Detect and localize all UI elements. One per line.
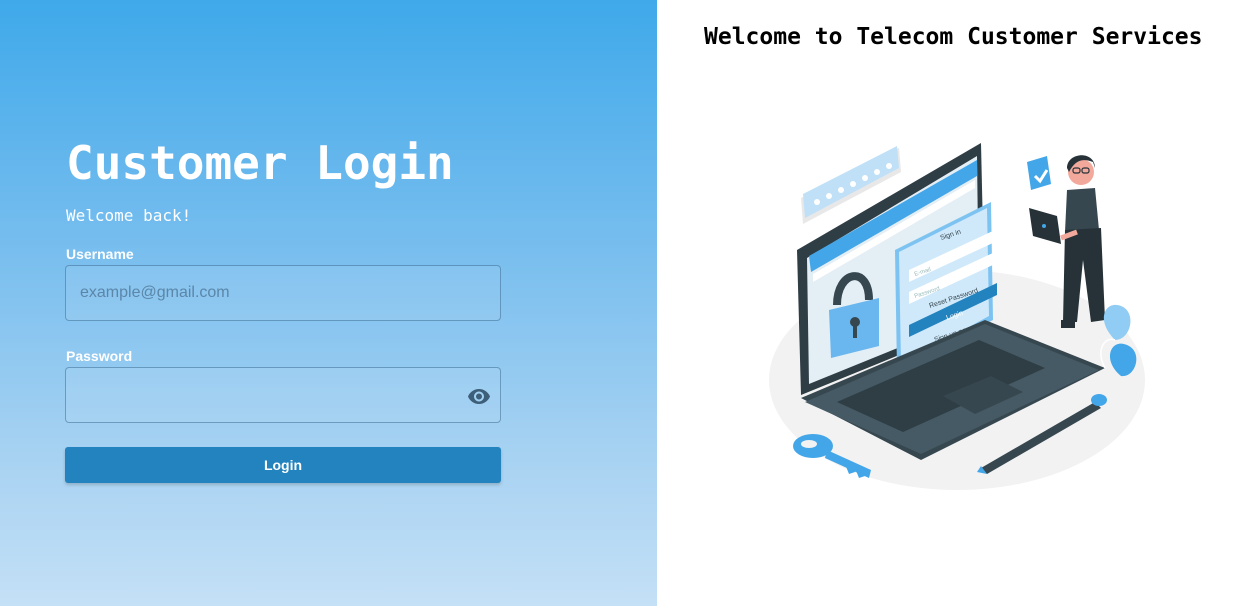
check-badge-icon bbox=[1027, 156, 1051, 190]
welcome-subtitle: Welcome back! bbox=[66, 206, 192, 225]
password-input[interactable] bbox=[80, 368, 470, 422]
welcome-heading: Welcome to Telecom Customer Services bbox=[704, 24, 1203, 50]
username-input[interactable] bbox=[80, 266, 470, 320]
login-illustration: Sign in E-mail Password Reset Password L… bbox=[765, 140, 1150, 495]
password-label: Password bbox=[66, 348, 133, 364]
page-title: Customer Login bbox=[66, 136, 454, 190]
password-field-container bbox=[65, 367, 501, 423]
login-button[interactable]: Login bbox=[65, 447, 501, 483]
username-label: Username bbox=[66, 246, 134, 262]
username-field-container bbox=[65, 265, 501, 321]
eye-icon[interactable] bbox=[467, 384, 491, 408]
login-panel: Customer Login Welcome back! Username Pa… bbox=[0, 0, 657, 606]
